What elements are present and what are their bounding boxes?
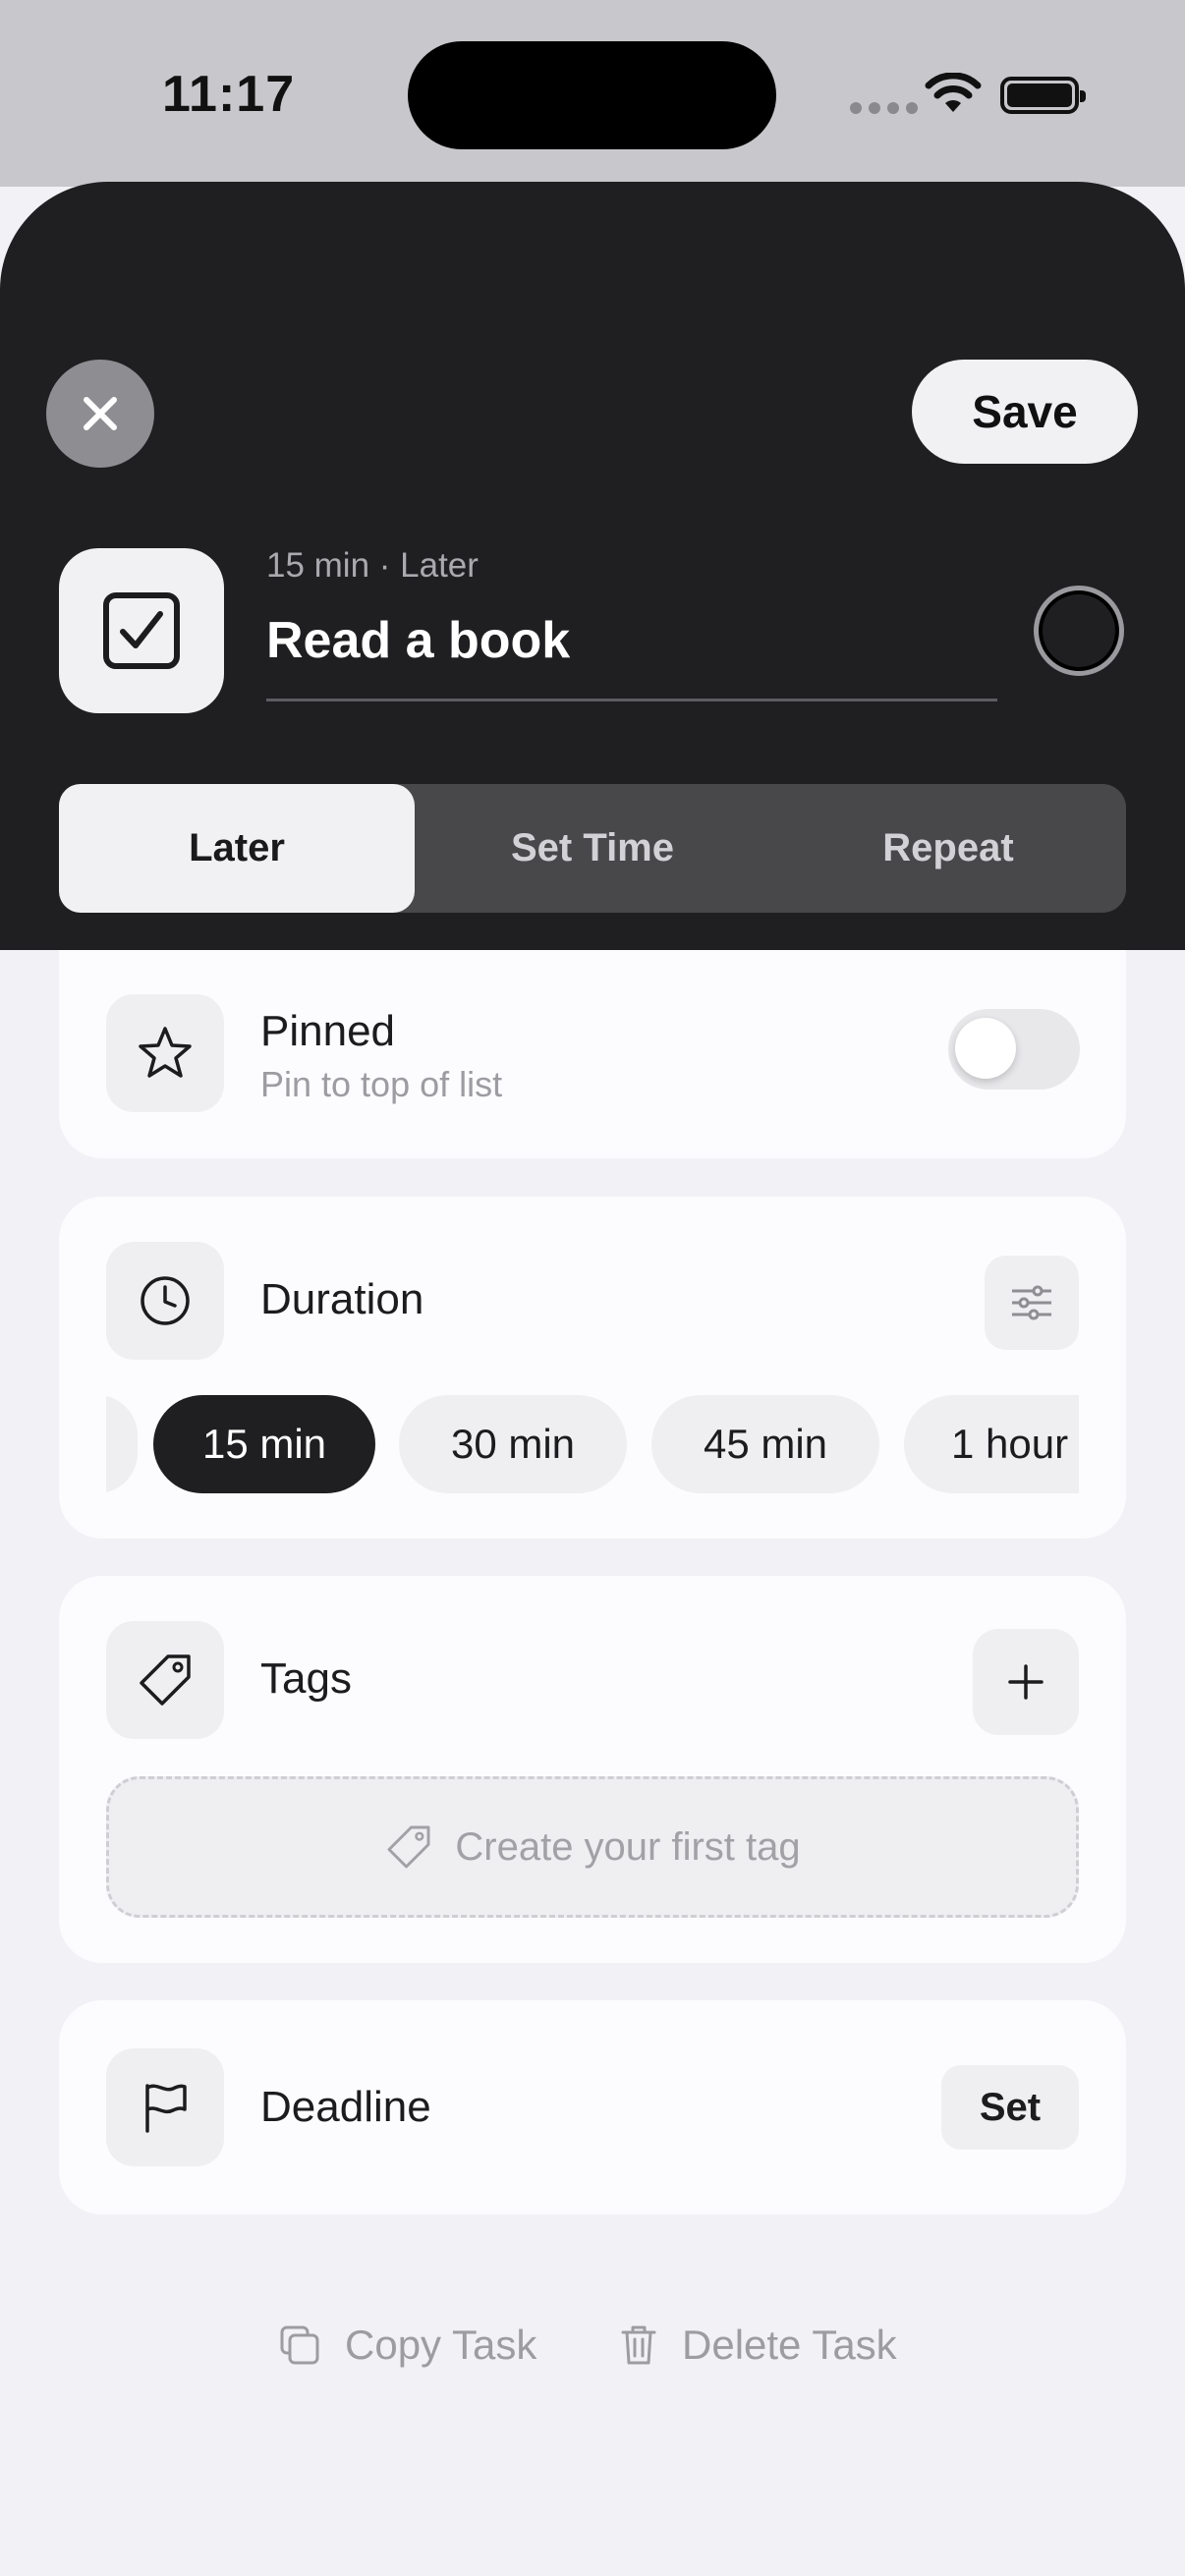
wifi-icon [925, 73, 982, 112]
duration-chip-15-min[interactable]: 15 min [153, 1395, 375, 1493]
save-button[interactable]: Save [912, 360, 1138, 464]
copy-icon [280, 2325, 319, 2365]
cellular-signal-icon [850, 102, 918, 114]
pinned-subtitle: Pin to top of list [260, 1064, 503, 1104]
task-type-button[interactable] [59, 548, 224, 713]
segment-set-time[interactable]: Set Time [415, 784, 770, 913]
title-underline [266, 699, 997, 701]
sliders-icon [1012, 1285, 1051, 1320]
tag-icon-box [106, 1621, 224, 1739]
deadline-card: Deadline Set [59, 2000, 1126, 2214]
star-icon [139, 1027, 192, 1078]
create-first-tag-button[interactable]: Create your first tag [106, 1776, 1079, 1918]
duration-chip-1-hour[interactable]: 1 hour [904, 1395, 1079, 1493]
clock-icon-box [106, 1242, 224, 1360]
status-time: 11:17 [162, 66, 296, 123]
create-first-tag-label: Create your first tag [455, 1824, 801, 1869]
tag-icon [140, 1654, 191, 1706]
tags-card: Tags Create your first tag [59, 1576, 1126, 1963]
battery-icon [1000, 77, 1086, 114]
pinned-title: Pinned [260, 1007, 396, 1055]
plus-icon [1008, 1664, 1044, 1700]
tag-outline-icon [387, 1825, 430, 1869]
flag-icon-box [106, 2048, 224, 2166]
flag-icon [145, 2084, 187, 2133]
delete-task-label: Delete Task [682, 2322, 897, 2368]
delete-task-button[interactable]: Delete Task [619, 2311, 897, 2380]
star-icon-box [106, 994, 224, 1112]
duration-chip-45-min[interactable]: 45 min [651, 1395, 879, 1493]
add-tag-button[interactable] [973, 1629, 1079, 1735]
segment-later[interactable]: Later [59, 784, 415, 913]
schedule-segmented-control: Later Set Time Repeat [59, 784, 1126, 913]
copy-task-label: Copy Task [345, 2322, 537, 2368]
duration-card: Duration 15 min 30 min 45 min 1 hour [59, 1197, 1126, 1539]
deadline-title: Deadline [260, 2083, 431, 2131]
status-bar: 11:17 [0, 0, 1185, 187]
task-title-input[interactable]: Read a book [266, 611, 570, 670]
trash-icon [621, 2325, 656, 2365]
task-meta: 15 min · Later [266, 546, 479, 585]
close-icon [84, 397, 117, 430]
clock-icon [141, 1276, 190, 1325]
duration-options: 15 min 30 min 45 min 1 hour [106, 1395, 1079, 1497]
tags-title: Tags [260, 1654, 352, 1703]
duration-settings-button[interactable] [985, 1256, 1079, 1350]
footer-actions: Copy Task Delete Task [0, 2311, 1185, 2380]
set-deadline-button[interactable]: Set [941, 2065, 1079, 2150]
pinned-toggle[interactable] [948, 1009, 1080, 1090]
close-button[interactable] [46, 360, 154, 468]
copy-task-button[interactable]: Copy Task [278, 2311, 536, 2380]
segment-repeat[interactable]: Repeat [770, 784, 1126, 913]
duration-title: Duration [260, 1275, 424, 1323]
checkbox-icon [103, 592, 180, 669]
pinned-card: Pinned Pin to top of list [59, 950, 1126, 1158]
duration-chip-30-min[interactable]: 30 min [399, 1395, 627, 1493]
duration-chip-partial[interactable] [106, 1395, 138, 1493]
complete-toggle[interactable] [1034, 586, 1124, 676]
dynamic-island [408, 41, 776, 149]
